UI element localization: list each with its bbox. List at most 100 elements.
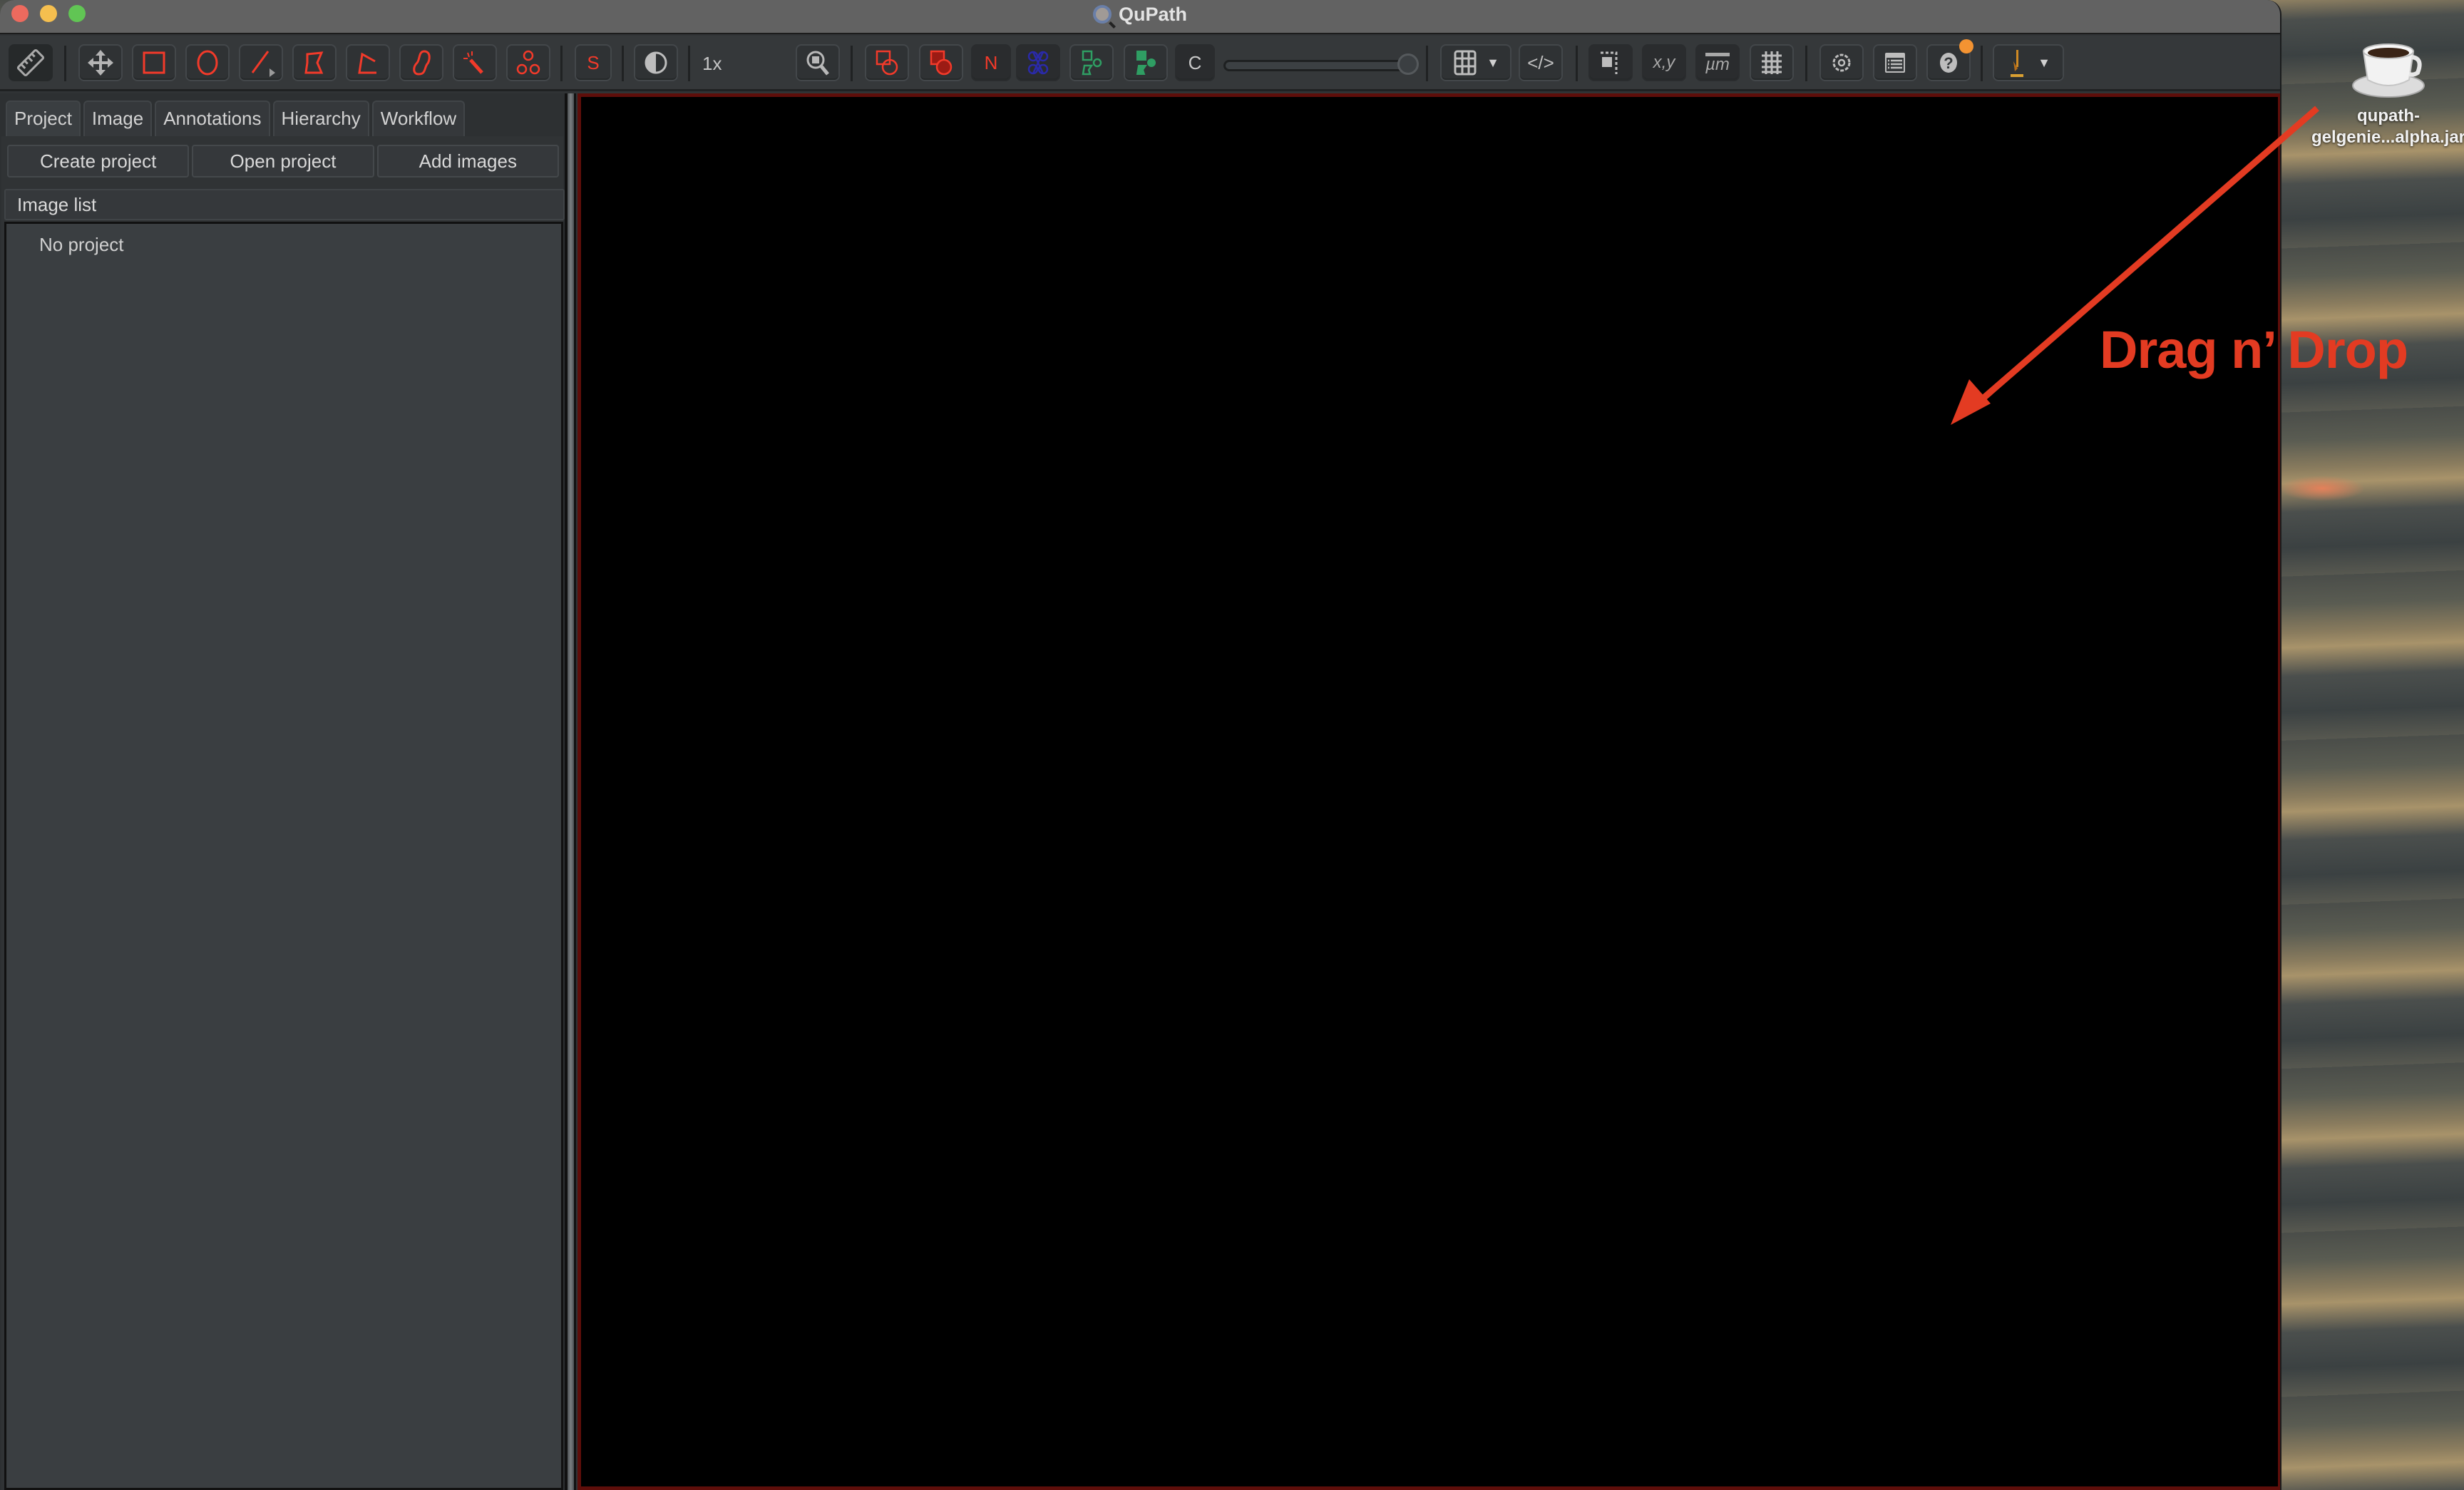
show-grid-button[interactable] [1750, 44, 1794, 81]
panel-splitter[interactable] [565, 93, 576, 1490]
polyline-icon [358, 52, 376, 74]
log-button[interactable] [1873, 44, 1917, 81]
show-tma-grid-button[interactable] [1016, 44, 1060, 81]
brightness-contrast-button[interactable] [634, 44, 678, 81]
polygon-icon [304, 51, 324, 74]
tab-project[interactable]: Project [6, 101, 81, 136]
java-coffee-cup-icon [2352, 43, 2425, 98]
contrast-icon [645, 51, 667, 74]
magnifier-icon [806, 51, 829, 76]
toolbar-separator [560, 46, 563, 81]
ellipse-tool-button[interactable] [185, 44, 230, 81]
project-button-row: Create project Open project Add images [7, 145, 559, 178]
image-list-header[interactable]: Image list [4, 189, 565, 220]
main-toolbar: S 1x N C ▼ </> x,y µm ? ▼ [0, 36, 2280, 91]
toolbar-separator [64, 46, 66, 81]
extensions-button[interactable]: ▼ [1993, 44, 2064, 81]
line-icon [251, 51, 275, 77]
code-icon: </> [1527, 51, 1554, 73]
show-scalebar-button[interactable]: µm [1695, 44, 1740, 81]
toolbar-separator [851, 46, 853, 81]
toolbar-separator [1805, 46, 1807, 81]
help-notification-badge [1959, 39, 1973, 53]
rectangle-tool-button[interactable] [132, 44, 176, 81]
create-project-button[interactable]: Create project [7, 145, 190, 178]
scalebar-icon: µm [1705, 52, 1730, 73]
s-icon: S [587, 51, 600, 73]
tab-workflow[interactable]: Workflow [371, 101, 466, 136]
brush-tool-button[interactable] [399, 44, 443, 81]
show-connections-button[interactable]: C [1175, 44, 1215, 81]
xy-icon: x,y [1653, 53, 1675, 72]
wand-tool-button[interactable] [453, 44, 497, 81]
toolbar-separator [688, 46, 690, 81]
show-annotations-button[interactable] [865, 44, 909, 81]
ellipse-icon [197, 50, 218, 76]
toolbar-separator [622, 46, 624, 81]
add-images-button[interactable]: Add images [376, 145, 559, 178]
n-icon: N [984, 51, 998, 73]
title-bar[interactable]: QuPath [0, 0, 2280, 34]
image-viewer[interactable] [578, 93, 2280, 1490]
table-icon [1454, 50, 1477, 76]
analysis-tabs: Project Image Annotations Hierarchy Work… [6, 101, 468, 136]
zoom-to-fit-button[interactable] [796, 44, 840, 81]
desktop-file-jar[interactable]: qupath- gelgenie...alpha.jar [2311, 36, 2464, 148]
grid-icon [1762, 51, 1782, 74]
ruler-icon [16, 48, 45, 77]
preferences-button[interactable] [1819, 44, 1864, 81]
splitter-handle[interactable] [568, 93, 574, 1490]
drag-drop-label: Drag n’ Drop [2100, 320, 2408, 379]
polyline-tool-button[interactable] [346, 44, 390, 81]
measurement-table-button[interactable]: ▼ [1440, 44, 1511, 81]
chevron-down-icon: ▼ [2038, 55, 2050, 70]
desktop-file-label-line2: gelgenie...alpha.jar [2311, 128, 2464, 147]
move-arrows-icon [88, 50, 113, 76]
move-tool-button[interactable] [78, 44, 123, 81]
window-title-text: QuPath [1118, 4, 1187, 25]
annotations-icon [876, 50, 898, 76]
fill-detections-icon [1136, 51, 1156, 75]
toolbar-separator [1426, 46, 1428, 81]
tab-image[interactable]: Image [83, 101, 153, 136]
show-names-button[interactable]: N [971, 44, 1011, 81]
fill-annotations-button[interactable] [919, 44, 963, 81]
show-detections-button[interactable] [1069, 44, 1114, 81]
show-overview-button[interactable] [1588, 44, 1633, 81]
rectangle-icon [143, 51, 165, 74]
image-list-empty-text: No project [39, 234, 124, 255]
fill-detections-button[interactable] [1124, 44, 1168, 81]
wand-icon [463, 51, 483, 74]
chevron-down-icon: ▼ [1487, 55, 1499, 70]
desktop-file-label-line1: qupath- [2357, 106, 2420, 125]
brush-icon [413, 50, 431, 76]
overview-icon [1601, 51, 1618, 74]
c-icon: C [1188, 51, 1202, 73]
window-title: QuPath [0, 1, 2280, 27]
tab-annotations[interactable]: Annotations [155, 101, 270, 136]
opacity-slider-handle[interactable] [1397, 53, 1419, 75]
open-project-button[interactable]: Open project [192, 145, 374, 178]
toolbar-separator [1576, 46, 1578, 81]
line-tool-button[interactable] [239, 44, 283, 81]
desktop-file-label: qupath- gelgenie...alpha.jar [2296, 106, 2464, 148]
analysis-panel: Project Image Annotations Hierarchy Work… [0, 93, 565, 1490]
measure-mode-button[interactable] [9, 44, 53, 81]
qupath-logo-icon [1092, 5, 1112, 24]
gear-icon [1832, 53, 1851, 72]
tma-grid-icon [1027, 51, 1049, 75]
svg-text:?: ? [1944, 54, 1953, 72]
project-tab-content: Create project Open project Add images I… [1, 136, 565, 1490]
fill-annotations-icon [930, 50, 953, 76]
selection-mode-button[interactable]: S [575, 44, 612, 81]
tab-hierarchy[interactable]: Hierarchy [272, 101, 369, 136]
script-editor-button[interactable]: </> [1519, 44, 1563, 81]
polygon-tool-button[interactable] [292, 44, 337, 81]
help-icon: ? [1940, 53, 1957, 73]
opacity-slider-track[interactable] [1223, 60, 1410, 71]
log-icon [1885, 53, 1905, 73]
show-location-button[interactable]: x,y [1642, 44, 1686, 81]
points-tool-button[interactable] [506, 44, 550, 81]
detections-icon [1082, 50, 1102, 76]
image-list[interactable]: No project [4, 222, 563, 1490]
